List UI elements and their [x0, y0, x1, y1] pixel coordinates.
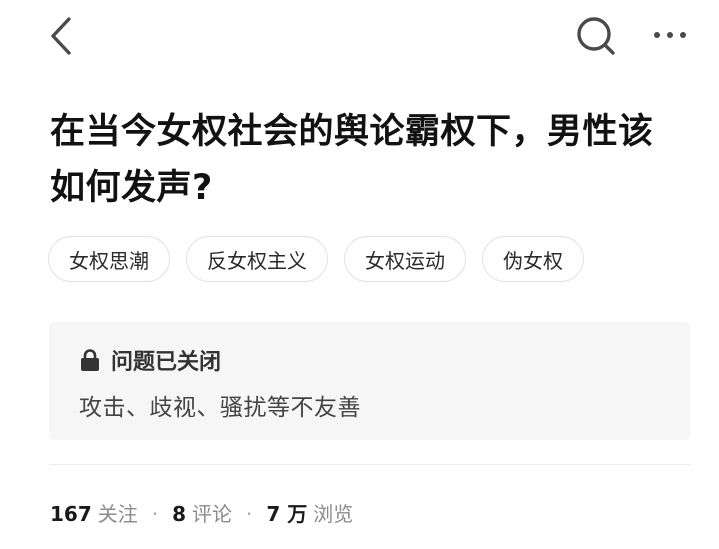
- question-closed-notice: 问题已关闭 攻击、歧视、骚扰等不友善: [49, 322, 690, 440]
- more-options-button[interactable]: [648, 20, 692, 50]
- stats-separator: ·: [151, 502, 159, 526]
- views-label: 浏览: [313, 502, 354, 526]
- notice-title: 问题已关闭: [111, 350, 222, 375]
- topic-tag[interactable]: 女权运动: [344, 236, 466, 282]
- stats-separator: ·: [246, 502, 253, 526]
- search-button[interactable]: [574, 14, 618, 58]
- search-icon: [577, 17, 615, 55]
- question-title: 在当今女权社会的舆论霸权下，男性该如何发声?: [50, 112, 654, 208]
- topic-tags: 女权思潮 反女权主义 女权运动 伪女权: [48, 236, 584, 284]
- notice-header: 问题已关闭: [79, 344, 221, 376]
- back-button[interactable]: [44, 14, 84, 58]
- notice-reason: 攻击、歧视、骚扰等不友善: [79, 395, 361, 421]
- views-count: 7 万: [266, 502, 308, 526]
- followers-count: 167: [50, 502, 92, 526]
- top-navigation-bar: [0, 0, 719, 72]
- more-horizontal-icon: [654, 32, 686, 38]
- topic-tag[interactable]: 女权思潮: [48, 236, 170, 282]
- divider: [49, 464, 690, 465]
- comments-count: 8: [172, 502, 187, 526]
- lock-icon: [81, 349, 99, 371]
- followers-label[interactable]: 关注: [98, 498, 138, 527]
- topic-tag[interactable]: 伪女权: [482, 236, 584, 282]
- topic-tag[interactable]: 反女权主义: [186, 236, 328, 282]
- question-stats: 167 关注 · 8 评论 · 7 万 浏览: [50, 498, 353, 527]
- comments-label[interactable]: 评论: [192, 498, 232, 527]
- chevron-left-icon: [51, 17, 71, 55]
